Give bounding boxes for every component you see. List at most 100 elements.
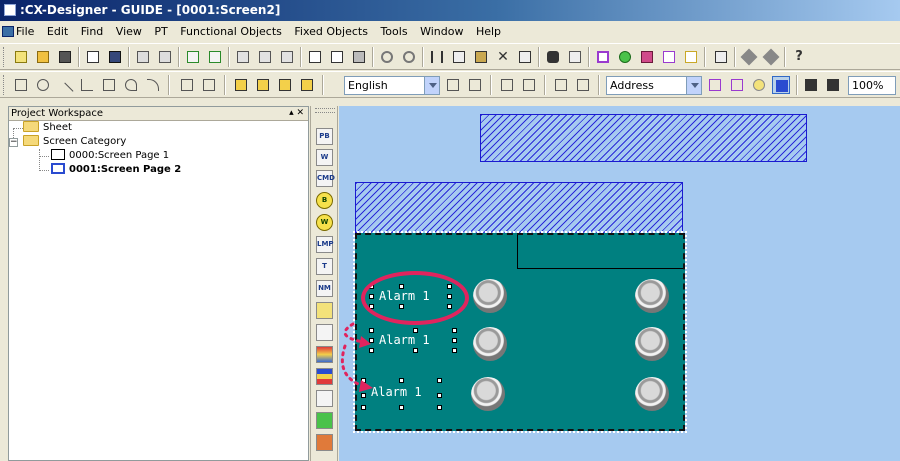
menu-edit[interactable]: Edit: [47, 25, 68, 38]
save-icon[interactable]: [106, 48, 124, 66]
id-display-icon[interactable]: [728, 76, 746, 94]
menu-file[interactable]: File: [16, 25, 34, 38]
replace-icon[interactable]: [566, 48, 584, 66]
menu-tools[interactable]: Tools: [380, 25, 407, 38]
editor-canvas[interactable]: Alarm 1 Alarm 1 Alarm 1: [339, 106, 900, 461]
align2-icon[interactable]: [200, 76, 218, 94]
bring-front-icon[interactable]: [232, 76, 250, 94]
zoom-icon[interactable]: [750, 76, 768, 94]
align-icon[interactable]: [178, 76, 196, 94]
command-button-icon[interactable]: CMD: [316, 170, 335, 187]
send-back-icon[interactable]: [254, 76, 272, 94]
open-icon[interactable]: [34, 48, 52, 66]
level-meter-icon[interactable]: [316, 324, 333, 341]
menu-window[interactable]: Window: [420, 25, 463, 38]
page-next-icon[interactable]: [520, 76, 538, 94]
bitmap-icon[interactable]: [316, 412, 333, 429]
tree-item-screen-category[interactable]: Screen Category: [23, 135, 126, 149]
grid2-icon[interactable]: [824, 76, 842, 94]
frame-next-icon[interactable]: [574, 76, 592, 94]
table-icon[interactable]: [712, 48, 730, 66]
word-button-icon[interactable]: W: [316, 149, 333, 166]
tree-item-sheet[interactable]: Sheet: [23, 121, 72, 135]
save-all-icon[interactable]: [56, 48, 74, 66]
delete-icon[interactable]: ✕: [494, 48, 512, 66]
help-icon[interactable]: ?: [790, 48, 808, 66]
lamp-icon[interactable]: LMP: [316, 236, 334, 253]
push-button-icon[interactable]: PB: [316, 128, 333, 145]
polyline-icon[interactable]: [78, 76, 96, 94]
database-icon[interactable]: [616, 48, 634, 66]
tool-wand-icon[interactable]: [638, 48, 656, 66]
alarm-label-2[interactable]: Alarm 1: [371, 331, 438, 349]
edit-icon[interactable]: [134, 48, 152, 66]
lamp-left-1[interactable]: [473, 279, 507, 313]
menu-find[interactable]: Find: [81, 25, 104, 38]
zoom-field[interactable]: 100%: [848, 76, 896, 95]
csv-import-icon[interactable]: [184, 48, 202, 66]
alarm-icon[interactable]: [316, 346, 333, 363]
list-selector-icon[interactable]: [316, 302, 333, 319]
menu-functional-objects[interactable]: Functional Objects: [180, 25, 282, 38]
copy-screen-icon[interactable]: [156, 48, 174, 66]
toolbar-grip[interactable]: [3, 47, 6, 67]
hatched-frame-middle[interactable]: [355, 182, 683, 234]
ungroup-icon[interactable]: [298, 76, 316, 94]
lamp-right-1[interactable]: [635, 279, 669, 313]
chevron-down-icon[interactable]: [686, 77, 701, 94]
bit-lamp-icon[interactable]: B: [316, 192, 333, 209]
screen-page-area[interactable]: Alarm 1 Alarm 1 Alarm 1: [353, 231, 687, 433]
lamp-right-2[interactable]: [635, 327, 669, 361]
copy-icon[interactable]: [450, 48, 468, 66]
bar-graph-icon[interactable]: [316, 368, 333, 385]
numeral-display-icon[interactable]: NM: [316, 280, 333, 297]
label-prev-icon[interactable]: [444, 76, 462, 94]
address-display-icon[interactable]: [706, 76, 724, 94]
document-icon[interactable]: [2, 26, 14, 37]
lamp-left-3[interactable]: [471, 377, 505, 411]
tree-item-screen-page-1[interactable]: 0000:Screen Page 1: [51, 149, 169, 163]
collapse-icon[interactable]: −: [9, 138, 18, 147]
workspace-controls[interactable]: ▴ ✕: [289, 107, 304, 120]
new-icon[interactable]: [12, 48, 30, 66]
rectangle-icon[interactable]: [12, 76, 30, 94]
properties-icon[interactable]: [516, 48, 534, 66]
transfer2-icon[interactable]: [762, 48, 780, 66]
print-preview-icon[interactable]: [306, 48, 324, 66]
label-next-icon[interactable]: [466, 76, 484, 94]
address-select[interactable]: Address: [606, 76, 702, 95]
page-prev-icon[interactable]: [498, 76, 516, 94]
menu-fixed-objects[interactable]: Fixed Objects: [294, 25, 368, 38]
csv-export-icon[interactable]: [206, 48, 224, 66]
tool-b-icon[interactable]: [256, 48, 274, 66]
print-icon[interactable]: [350, 48, 368, 66]
menu-help[interactable]: Help: [476, 25, 501, 38]
transfer-icon[interactable]: [740, 48, 758, 66]
arc-icon[interactable]: [144, 76, 162, 94]
circle-icon[interactable]: [34, 76, 52, 94]
trend-graph-icon[interactable]: [316, 390, 333, 407]
grid-icon[interactable]: [802, 76, 820, 94]
text-display-icon[interactable]: T: [316, 258, 333, 275]
paste-icon[interactable]: [472, 48, 490, 66]
language-select[interactable]: English: [344, 76, 440, 95]
cut-icon[interactable]: [428, 48, 446, 66]
page-icon[interactable]: [660, 48, 678, 66]
video-icon[interactable]: [316, 434, 333, 451]
group-icon[interactable]: [276, 76, 294, 94]
find-icon[interactable]: [544, 48, 562, 66]
line-icon[interactable]: [56, 76, 74, 100]
hatched-frame-top[interactable]: [480, 114, 807, 162]
frame-prev-icon[interactable]: [552, 76, 570, 94]
word-lamp-icon[interactable]: W: [316, 214, 333, 231]
redo-icon[interactable]: [400, 48, 418, 66]
sector-icon[interactable]: [122, 76, 140, 94]
check-icon[interactable]: [594, 48, 612, 66]
tool-a-icon[interactable]: [234, 48, 252, 66]
lamp-right-3[interactable]: [635, 377, 669, 411]
tool-c-icon[interactable]: [278, 48, 296, 66]
toolbar-grip-2[interactable]: [3, 75, 6, 95]
list-icon[interactable]: [682, 48, 700, 66]
preview-icon[interactable]: [328, 48, 346, 66]
lamp-left-2[interactable]: [473, 327, 507, 361]
